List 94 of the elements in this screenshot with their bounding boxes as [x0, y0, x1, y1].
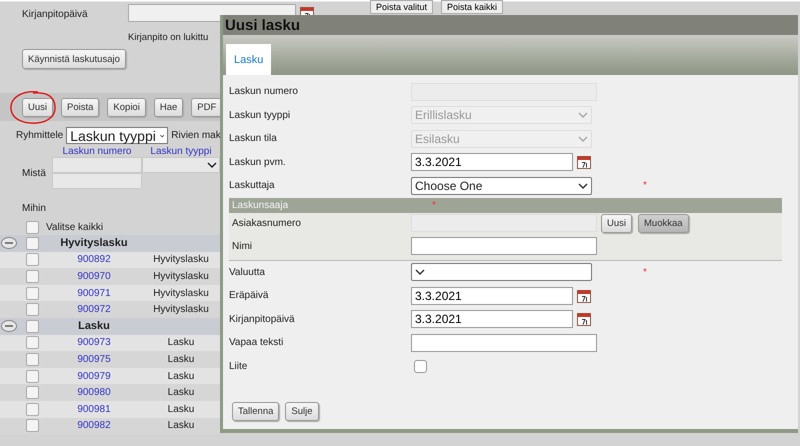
invoice-link[interactable]: 900970 — [46, 270, 142, 282]
checkbox[interactable] — [26, 386, 39, 400]
invoice-link[interactable]: 900973 — [46, 337, 142, 348]
collapse-icon[interactable] — [1, 237, 17, 250]
group-label: Ryhmittele — [16, 130, 64, 141]
table-cell-text: Lasku — [166, 404, 196, 415]
field-label: Liite — [228, 360, 248, 372]
checkbox[interactable] — [414, 360, 427, 373]
table-cell-text: Lasku — [166, 354, 196, 365]
checkbox[interactable] — [26, 253, 39, 266]
field-label: Kirjanpitopäivä — [228, 314, 296, 325]
collapse-icon[interactable] — [1, 320, 17, 332]
calendar-icon[interactable] — [577, 288, 591, 303]
table-cell-text: Hyvityslasku — [152, 304, 210, 316]
table-cell-text: Hyvityslasku — [152, 254, 210, 266]
field-label: Laskun numero — [228, 86, 299, 98]
field-label: Nimi — [231, 240, 253, 252]
checkbox[interactable] — [26, 220, 39, 234]
tab[interactable]: Lasku — [226, 44, 272, 75]
checkbox[interactable] — [26, 286, 39, 300]
dropdown[interactable]: Choose One — [411, 176, 592, 195]
table-cell-text: Lasku — [166, 370, 196, 382]
invoice-link[interactable]: 900980 — [46, 387, 142, 398]
field-label: Vapaa teksti — [228, 337, 284, 348]
text-field[interactable] — [411, 334, 597, 352]
date-field[interactable]: 3.3.2021 — [411, 153, 573, 172]
chevron-icon — [578, 112, 588, 118]
run-button[interactable]: Käynnistä laskutusajo — [22, 49, 126, 69]
field-label: Laskun tyyppi — [228, 110, 292, 121]
delete-button[interactable]: Poista valitut — [370, 0, 434, 14]
invoice-link[interactable]: 900981 — [46, 404, 142, 415]
checkbox[interactable] — [26, 370, 39, 383]
field-label: Kirjanpitopäivä — [22, 9, 89, 20]
save-button[interactable]: Tallenna — [232, 402, 280, 421]
text-field[interactable] — [52, 173, 142, 189]
date-field[interactable]: 3.3.2021 — [411, 286, 573, 305]
dropdown[interactable]: Laskun tyyppi — [66, 127, 168, 144]
text-field[interactable] — [52, 157, 142, 173]
invoice-link[interactable]: 900979 — [46, 370, 142, 382]
delete-button[interactable]: Poista kaikki — [441, 0, 504, 14]
column-link[interactable]: Laskun tyyppi — [142, 146, 220, 157]
chevron-icon — [207, 162, 217, 168]
column-link[interactable]: Laskun numero — [52, 146, 142, 157]
invoice-link[interactable]: 900975 — [46, 354, 142, 365]
required-mark: * — [642, 180, 648, 192]
table-cell-text: Lasku — [166, 337, 196, 348]
checkbox[interactable] — [26, 320, 39, 333]
invoice-link[interactable]: 900971 — [46, 288, 142, 299]
invoice-link[interactable]: 900982 — [46, 420, 142, 432]
table-cell-text: Hyvityslasku — [152, 270, 210, 282]
checkbox[interactable] — [26, 336, 39, 350]
field-label: Laskun tila — [228, 133, 278, 144]
toolbar-button[interactable]: Uusi — [22, 98, 54, 116]
invoice-link[interactable]: 900972 — [46, 304, 142, 316]
group-name: Lasku — [77, 320, 111, 332]
checkbox[interactable] — [26, 270, 39, 283]
checkbox[interactable] — [26, 236, 39, 250]
text-field[interactable] — [411, 237, 597, 256]
invoice-link[interactable]: 900892 — [46, 254, 142, 266]
field-label: Asiakasnumero — [231, 218, 302, 229]
toolbar-button[interactable]: PDF — [191, 98, 222, 116]
checkbox[interactable] — [26, 352, 39, 366]
chevron-icon — [160, 132, 164, 138]
calendar-icon[interactable] — [577, 312, 591, 326]
checkbox[interactable] — [26, 402, 39, 416]
select-all-label: Valitse kaikki — [46, 222, 104, 232]
calendar-icon[interactable] — [577, 155, 591, 170]
dropdown[interactable] — [411, 263, 592, 282]
toolbar-button[interactable]: Poista — [61, 98, 100, 116]
close-button[interactable]: Sulje — [285, 402, 319, 421]
field-label: Valuutta — [228, 266, 266, 278]
from-label: Mistä — [21, 168, 47, 178]
to-label: Mihin — [22, 203, 46, 214]
table-cell-text: Lasku — [166, 420, 196, 432]
field-label: Laskun pvm. — [228, 156, 287, 168]
checkbox[interactable] — [26, 303, 39, 316]
toolbar-button[interactable]: Kopioi — [107, 98, 146, 116]
field-label: Eräpäivä — [228, 290, 270, 302]
section-title: Laskunsaaja — [232, 200, 290, 210]
required-mark: * — [432, 200, 436, 210]
required-mark: * — [642, 266, 648, 278]
group-name: Hyvityslasku — [59, 237, 129, 250]
field-label: Laskuttaja — [228, 180, 276, 192]
dialog-title: Uusi lasku — [223, 15, 798, 35]
lock-note: Kirjanpito on lukittu — [128, 32, 210, 43]
table-cell-text: Lasku — [166, 387, 196, 398]
chevron-icon — [578, 136, 588, 142]
rows-label: Rivien mak — [171, 130, 221, 141]
date-field[interactable]: 3.3.2021 — [411, 310, 573, 328]
toolbar-button[interactable]: Hae — [154, 98, 184, 116]
chevron-icon — [415, 269, 425, 276]
chevron-icon — [578, 182, 588, 189]
checkbox[interactable] — [26, 419, 39, 432]
table-cell-text: Hyvityslasku — [152, 288, 210, 299]
